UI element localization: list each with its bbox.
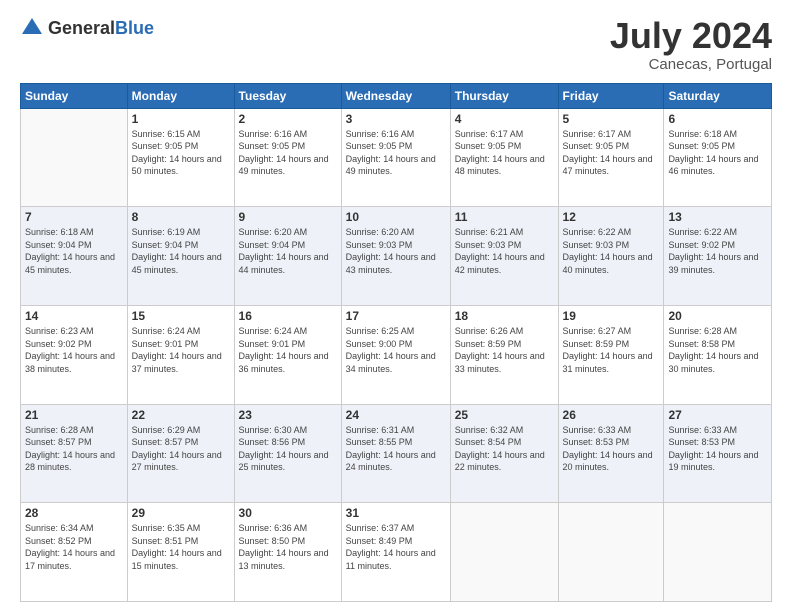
- table-row: 13Sunrise: 6:22 AMSunset: 9:02 PMDayligh…: [664, 207, 772, 306]
- logo-icon: [20, 16, 44, 40]
- location: Canecas, Portugal: [610, 56, 772, 73]
- calendar-row-0: 1Sunrise: 6:15 AMSunset: 9:05 PMDaylight…: [21, 108, 772, 207]
- table-row: [450, 503, 558, 602]
- calendar-table: Sunday Monday Tuesday Wednesday Thursday…: [20, 83, 772, 602]
- page: GeneralBlue July 2024 Canecas, Portugal …: [0, 0, 792, 612]
- header-sunday: Sunday: [21, 83, 128, 108]
- table-row: 3Sunrise: 6:16 AMSunset: 9:05 PMDaylight…: [341, 108, 450, 207]
- calendar-row-3: 21Sunrise: 6:28 AMSunset: 8:57 PMDayligh…: [21, 404, 772, 503]
- table-row: [664, 503, 772, 602]
- table-row: 14Sunrise: 6:23 AMSunset: 9:02 PMDayligh…: [21, 305, 128, 404]
- table-row: 2Sunrise: 6:16 AMSunset: 9:05 PMDaylight…: [234, 108, 341, 207]
- header-friday: Friday: [558, 83, 664, 108]
- table-row: 18Sunrise: 6:26 AMSunset: 8:59 PMDayligh…: [450, 305, 558, 404]
- table-row: 4Sunrise: 6:17 AMSunset: 9:05 PMDaylight…: [450, 108, 558, 207]
- table-row: 1Sunrise: 6:15 AMSunset: 9:05 PMDaylight…: [127, 108, 234, 207]
- table-row: 17Sunrise: 6:25 AMSunset: 9:00 PMDayligh…: [341, 305, 450, 404]
- table-row: 25Sunrise: 6:32 AMSunset: 8:54 PMDayligh…: [450, 404, 558, 503]
- table-row: 10Sunrise: 6:20 AMSunset: 9:03 PMDayligh…: [341, 207, 450, 306]
- table-row: 12Sunrise: 6:22 AMSunset: 9:03 PMDayligh…: [558, 207, 664, 306]
- header-saturday: Saturday: [664, 83, 772, 108]
- header-thursday: Thursday: [450, 83, 558, 108]
- table-row: 29Sunrise: 6:35 AMSunset: 8:51 PMDayligh…: [127, 503, 234, 602]
- header-wednesday: Wednesday: [341, 83, 450, 108]
- table-row: 28Sunrise: 6:34 AMSunset: 8:52 PMDayligh…: [21, 503, 128, 602]
- table-row: 19Sunrise: 6:27 AMSunset: 8:59 PMDayligh…: [558, 305, 664, 404]
- header: GeneralBlue July 2024 Canecas, Portugal: [20, 16, 772, 73]
- table-row: 9Sunrise: 6:20 AMSunset: 9:04 PMDaylight…: [234, 207, 341, 306]
- weekday-header-row: Sunday Monday Tuesday Wednesday Thursday…: [21, 83, 772, 108]
- table-row: 30Sunrise: 6:36 AMSunset: 8:50 PMDayligh…: [234, 503, 341, 602]
- table-row: 8Sunrise: 6:19 AMSunset: 9:04 PMDaylight…: [127, 207, 234, 306]
- header-tuesday: Tuesday: [234, 83, 341, 108]
- table-row: 15Sunrise: 6:24 AMSunset: 9:01 PMDayligh…: [127, 305, 234, 404]
- logo-general: GeneralBlue: [48, 18, 154, 39]
- logo: GeneralBlue: [20, 16, 154, 40]
- title-block: July 2024 Canecas, Portugal: [610, 16, 772, 73]
- table-row: 27Sunrise: 6:33 AMSunset: 8:53 PMDayligh…: [664, 404, 772, 503]
- table-row: [21, 108, 128, 207]
- table-row: 20Sunrise: 6:28 AMSunset: 8:58 PMDayligh…: [664, 305, 772, 404]
- table-row: 24Sunrise: 6:31 AMSunset: 8:55 PMDayligh…: [341, 404, 450, 503]
- table-row: 26Sunrise: 6:33 AMSunset: 8:53 PMDayligh…: [558, 404, 664, 503]
- table-row: 16Sunrise: 6:24 AMSunset: 9:01 PMDayligh…: [234, 305, 341, 404]
- table-row: 31Sunrise: 6:37 AMSunset: 8:49 PMDayligh…: [341, 503, 450, 602]
- table-row: 22Sunrise: 6:29 AMSunset: 8:57 PMDayligh…: [127, 404, 234, 503]
- table-row: 21Sunrise: 6:28 AMSunset: 8:57 PMDayligh…: [21, 404, 128, 503]
- calendar-row-1: 7Sunrise: 6:18 AMSunset: 9:04 PMDaylight…: [21, 207, 772, 306]
- calendar-row-2: 14Sunrise: 6:23 AMSunset: 9:02 PMDayligh…: [21, 305, 772, 404]
- table-row: 6Sunrise: 6:18 AMSunset: 9:05 PMDaylight…: [664, 108, 772, 207]
- table-row: [558, 503, 664, 602]
- table-row: 5Sunrise: 6:17 AMSunset: 9:05 PMDaylight…: [558, 108, 664, 207]
- table-row: 7Sunrise: 6:18 AMSunset: 9:04 PMDaylight…: [21, 207, 128, 306]
- header-monday: Monday: [127, 83, 234, 108]
- month-year: July 2024: [610, 16, 772, 56]
- calendar-row-4: 28Sunrise: 6:34 AMSunset: 8:52 PMDayligh…: [21, 503, 772, 602]
- table-row: 23Sunrise: 6:30 AMSunset: 8:56 PMDayligh…: [234, 404, 341, 503]
- table-row: 11Sunrise: 6:21 AMSunset: 9:03 PMDayligh…: [450, 207, 558, 306]
